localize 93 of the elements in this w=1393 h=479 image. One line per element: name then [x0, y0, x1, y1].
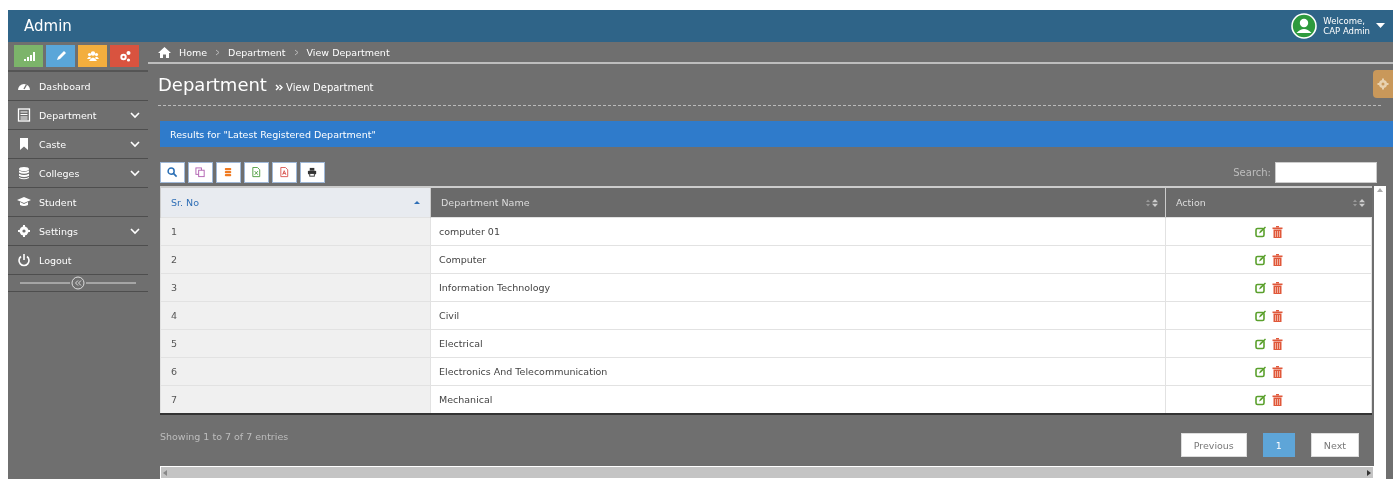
- scroll-left-icon[interactable]: [161, 468, 169, 477]
- table-cell: Information Technology: [430, 273, 1166, 302]
- home-icon[interactable]: [158, 46, 171, 58]
- page-button[interactable]: 1: [1262, 433, 1295, 457]
- settings-button[interactable]: [1373, 70, 1393, 98]
- column-header[interactable]: Action: [1165, 187, 1372, 218]
- gears-icon: [118, 50, 131, 62]
- table-cell: Electrical: [430, 329, 1166, 358]
- database-icon: [17, 166, 31, 180]
- shortcut-button[interactable]: [14, 45, 43, 67]
- table-cell: Mechanical: [430, 385, 1166, 414]
- sidebar-item[interactable]: Student: [8, 188, 148, 217]
- column-header[interactable]: Sr. No: [160, 187, 431, 218]
- trash-icon[interactable]: [1271, 337, 1283, 350]
- trash-icon[interactable]: [1271, 281, 1283, 294]
- breadcrumb-link[interactable]: View Department: [306, 46, 390, 58]
- bookmark-icon: [17, 137, 31, 151]
- table-cell: 5: [160, 329, 431, 358]
- sidebar-item[interactable]: Dashboard: [8, 72, 148, 101]
- table-cell: Civil: [430, 301, 1166, 330]
- sort-icon: [1145, 199, 1159, 207]
- edit-icon[interactable]: [1254, 253, 1266, 266]
- edit-icon[interactable]: [1254, 365, 1266, 378]
- list-icon: [17, 108, 31, 122]
- chevron-down-icon: [130, 227, 140, 235]
- sidebar-item[interactable]: Caste: [8, 130, 148, 159]
- vertical-scrollbar[interactable]: [1374, 186, 1386, 479]
- welcome-text: Welcome,: [1323, 16, 1366, 26]
- scroll-up-icon[interactable]: [1376, 186, 1384, 194]
- sidebar-item[interactable]: Colleges: [8, 159, 148, 188]
- graduation-cap-icon: [17, 195, 31, 209]
- double-chevron-icon: [274, 84, 283, 91]
- chevron-right-icon: [293, 48, 299, 56]
- column-header[interactable]: Department Name: [430, 187, 1166, 218]
- toolbar-button[interactable]: [300, 162, 325, 183]
- edit-icon[interactable]: [1254, 281, 1266, 294]
- page-subtitle: View Department: [285, 82, 374, 93]
- gear-icon: [17, 224, 31, 238]
- table-cell: 6: [160, 357, 431, 386]
- edit-icon[interactable]: [1254, 337, 1266, 350]
- pencil-icon: [54, 50, 67, 62]
- previous-button[interactable]: Previous: [1180, 433, 1247, 457]
- settings-icon: [1377, 78, 1389, 90]
- horizontal-scrollbar[interactable]: [160, 466, 1374, 479]
- sidebar-item[interactable]: Department: [8, 101, 148, 130]
- power-icon: [17, 253, 31, 267]
- entries-info: Showing 1 to 7 of 7 entries: [160, 430, 289, 442]
- chevron-down-icon: [130, 111, 140, 119]
- chevron-right-icon: [215, 48, 221, 56]
- trash-icon[interactable]: [1271, 309, 1283, 322]
- trash-icon[interactable]: [1271, 225, 1283, 238]
- shortcut-button[interactable]: [46, 45, 75, 67]
- table-cell: 7: [160, 385, 431, 414]
- database-icon: [223, 167, 234, 178]
- search-label: Search:: [1233, 167, 1271, 178]
- shortcut-button[interactable]: [78, 45, 107, 67]
- caret-icon[interactable]: [1376, 23, 1385, 29]
- table-cell: 3: [160, 273, 431, 302]
- app-title: Admin: [24, 17, 72, 35]
- printer-icon: [307, 167, 318, 178]
- user-name[interactable]: CAP Admin: [1323, 26, 1370, 36]
- shortcut-button[interactable]: [110, 45, 139, 67]
- trash-icon[interactable]: [1271, 393, 1283, 406]
- edit-icon[interactable]: [1254, 393, 1266, 406]
- chart-icon: [22, 50, 35, 62]
- table-cell: 2: [160, 245, 431, 274]
- trash-icon[interactable]: [1271, 253, 1283, 266]
- collapse-icon[interactable]: [20, 276, 136, 290]
- table-cell: 1: [160, 217, 431, 246]
- table-cell: 4: [160, 301, 431, 330]
- table-cell: computer 01: [430, 217, 1166, 246]
- table-cell: Computer: [430, 245, 1166, 274]
- chevron-down-icon: [130, 169, 140, 177]
- copy-icon: [195, 167, 206, 178]
- sidebar-item[interactable]: Logout: [8, 246, 148, 275]
- breadcrumb-link[interactable]: Department: [228, 46, 286, 58]
- next-button[interactable]: Next: [1310, 433, 1359, 457]
- sort-icon: [1351, 199, 1366, 207]
- edit-icon[interactable]: [1254, 309, 1266, 322]
- results-banner: Results for "Latest Registered Department": [160, 121, 1393, 147]
- search-field[interactable]: [1275, 162, 1377, 183]
- search-icon: [167, 167, 178, 178]
- sidebar-item[interactable]: Settings: [8, 217, 148, 246]
- users-icon: [86, 50, 99, 62]
- chevron-down-icon: [130, 140, 140, 148]
- page-title: Department: [158, 74, 267, 95]
- avatar-icon[interactable]: [1291, 13, 1318, 39]
- edit-icon[interactable]: [1254, 225, 1266, 238]
- pdf-file-icon: [279, 167, 290, 178]
- trash-icon[interactable]: [1271, 365, 1283, 378]
- table-cell: Electronics And Telecommunication: [430, 357, 1166, 386]
- spreadsheet-file-icon: [251, 167, 262, 178]
- breadcrumb-link[interactable]: Home: [179, 46, 208, 58]
